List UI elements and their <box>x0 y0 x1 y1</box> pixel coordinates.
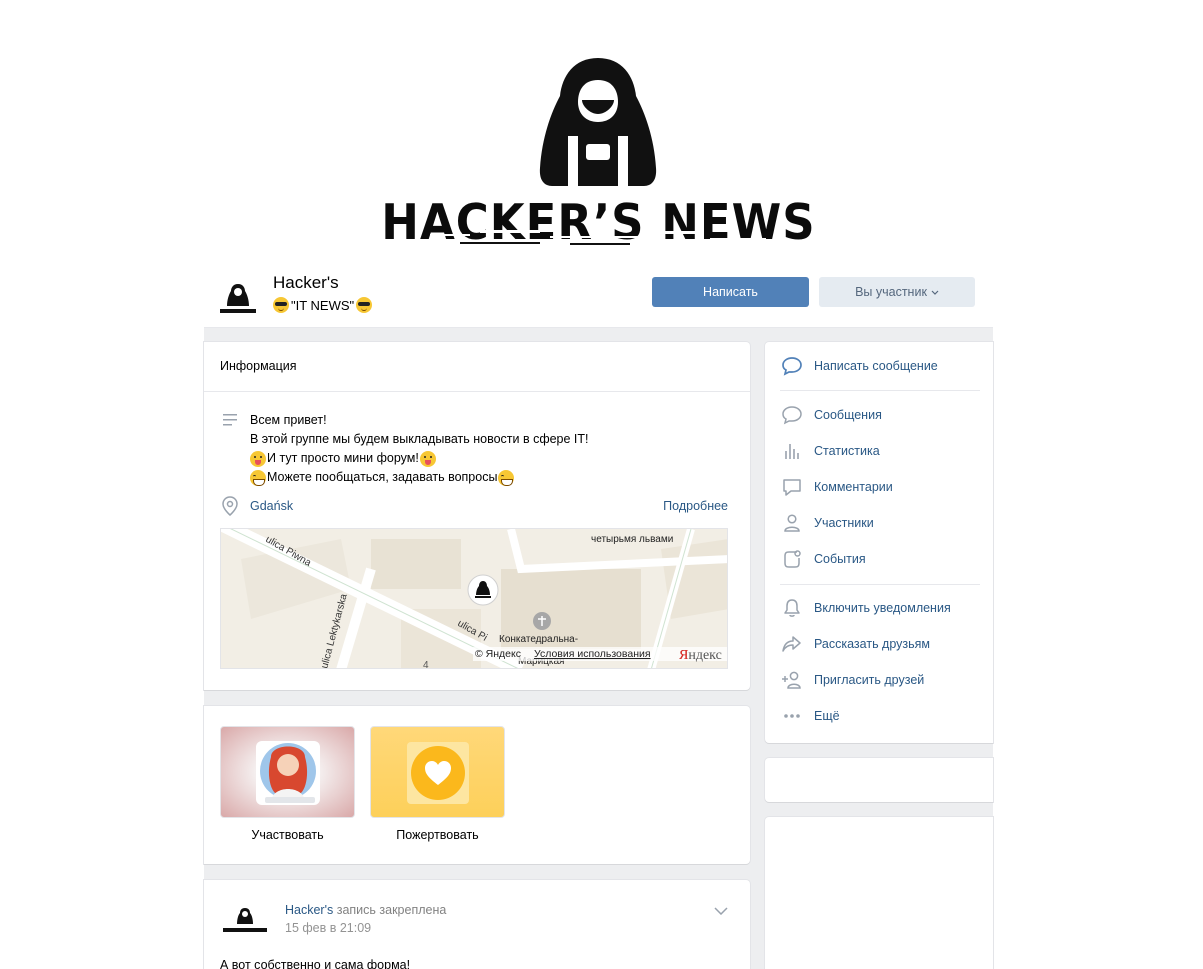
menu-item-events[interactable]: События <box>765 541 993 577</box>
group-description: Всем привет! В этой группе мы будем выкл… <box>250 411 589 487</box>
side-block <box>765 758 993 802</box>
description-text: В этой группе мы будем выкладывать новос… <box>250 432 589 446</box>
map-drawing: ulica Piwna ulica Lektykarska ulica Pi ч… <box>221 529 727 669</box>
description-line: В этой группе мы будем выкладывать новос… <box>250 430 589 449</box>
events-icon <box>784 550 801 568</box>
message-icon <box>782 357 802 376</box>
menu-item-share[interactable]: Рассказать друзьям <box>765 626 993 662</box>
menu-divider <box>780 390 980 391</box>
menu-item-invite[interactable]: Пригласить друзей <box>765 662 993 698</box>
menu-item-messages[interactable]: Сообщения <box>765 397 993 433</box>
post-date[interactable]: 15 фев в 21:09 <box>285 921 371 935</box>
comment-icon <box>783 479 801 496</box>
group-status-text: "IT NEWS" <box>291 297 355 313</box>
cover-title: HACKER’S NEWS <box>381 193 816 252</box>
menu-divider <box>780 584 980 585</box>
map-terms-link: Условия использования <box>534 648 651 660</box>
description-line: Всем привет! <box>250 411 589 430</box>
menu-item-label: Комментарии <box>814 480 893 494</box>
location-pin-icon <box>222 496 238 516</box>
member-button[interactable]: Вы участник <box>819 277 975 307</box>
sunglasses-emoji-icon <box>273 297 289 313</box>
sunglasses-emoji-icon <box>356 297 373 313</box>
participant-illustration-icon <box>256 741 320 805</box>
group-actions-menu: Написать сообщение Сообщения Статистика … <box>765 342 993 743</box>
participate-label[interactable]: Участвовать <box>220 828 355 842</box>
send-message-label: Написать сообщение <box>814 359 938 373</box>
menu-item-label: Статистика <box>814 444 880 458</box>
grin-emoji-icon <box>250 469 266 486</box>
post-text: А вот собственно и сама форма! <box>220 958 411 969</box>
group-avatar[interactable] <box>216 278 260 318</box>
menu-item-statistics[interactable]: Статистика <box>765 433 993 469</box>
menu-item-label: Рассказать друзьям <box>814 637 931 651</box>
chevron-down-icon <box>931 290 939 295</box>
map-poi-label: Конкатедральна- <box>499 634 578 645</box>
menu-item-members[interactable]: Участники <box>765 505 993 541</box>
bell-icon <box>784 599 800 617</box>
member-button-label: Вы участник <box>855 285 927 299</box>
donate-tile[interactable] <box>370 726 505 818</box>
map-copyright: © Яндекс <box>475 648 521 660</box>
description-line: И тут просто мини форум! <box>250 449 589 468</box>
side-block <box>765 817 993 969</box>
svg-text:Я: Я <box>679 648 688 663</box>
post-author-avatar[interactable] <box>220 906 270 936</box>
send-message-item[interactable]: Написать сообщение <box>765 348 993 384</box>
info-header: Информация <box>204 342 750 392</box>
actions-card: Участвовать Пожертвовать <box>204 706 750 864</box>
menu-item-label: Включить уведомления <box>814 601 951 615</box>
description-lines-icon <box>223 414 237 426</box>
menu-item-label: События <box>814 552 866 566</box>
post-author-line: Hacker's запись закреплена <box>285 903 446 917</box>
add-user-icon <box>782 671 801 689</box>
more-details-link[interactable]: Подробнее <box>663 499 728 513</box>
description-text: Можете пообщаться, задавать вопросы <box>267 470 498 484</box>
description-line: Можете пообщаться, задавать вопросы <box>250 468 589 487</box>
menu-item-more[interactable]: Ещё <box>765 698 993 734</box>
map-poi-label: четырьмя львами <box>591 534 673 545</box>
location-link[interactable]: Gdańsk <box>250 499 293 513</box>
menu-item-label: Ещё <box>814 709 840 723</box>
more-dots-icon <box>784 714 800 718</box>
group-status: "IT NEWS" <box>273 297 373 313</box>
hacker-logo-icon <box>539 58 657 186</box>
tongue-emoji-icon <box>250 450 266 467</box>
user-icon <box>784 514 800 532</box>
location-map[interactable]: ulica Piwna ulica Lektykarska ulica Pi ч… <box>220 528 728 669</box>
cover-banner: HACKER’S NEWS <box>204 0 993 268</box>
map-house-number: 4 <box>423 660 429 669</box>
pinned-post: Hacker's запись закреплена 15 фев в 21:0… <box>204 880 750 969</box>
group-name: Hacker's <box>273 273 339 292</box>
description-text: Всем привет! <box>250 413 327 427</box>
post-pinned-label: запись закреплена <box>336 903 447 917</box>
share-icon <box>782 636 801 652</box>
description-text: И тут просто мини форум! <box>267 451 419 465</box>
stats-icon <box>785 444 799 459</box>
menu-item-notifications[interactable]: Включить уведомления <box>765 590 993 626</box>
donate-label[interactable]: Пожертвовать <box>370 828 505 842</box>
grin-emoji-icon <box>498 469 515 486</box>
post-author-link[interactable]: Hacker's <box>285 903 333 917</box>
tongue-emoji-icon <box>419 450 436 467</box>
menu-item-label: Участники <box>814 516 874 530</box>
info-card: Информация Всем привет! В этой группе мы… <box>204 342 750 690</box>
chat-bubble-icon <box>782 406 802 425</box>
participate-tile[interactable] <box>220 726 355 818</box>
write-button[interactable]: Написать <box>652 277 809 307</box>
menu-item-comments[interactable]: Комментарии <box>765 469 993 505</box>
menu-item-label: Сообщения <box>814 408 882 422</box>
heart-icon <box>407 742 469 804</box>
group-header: Hacker's "IT NEWS" Написать Вы участник <box>204 268 993 328</box>
chevron-down-icon[interactable] <box>714 907 728 915</box>
menu-item-label: Пригласить друзей <box>814 673 925 687</box>
